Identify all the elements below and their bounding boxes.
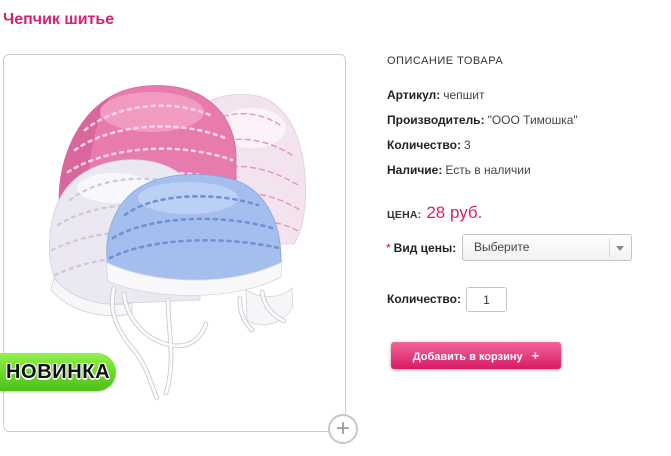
description-heading: ОПИСАНИЕ ТОВАРА [387, 55, 504, 67]
quantity-label: Количество: [387, 292, 461, 306]
attribute-value: Есть в наличии [445, 163, 531, 177]
product-page: Чепчик шитье НОВИНКА + ОПИСАНИЕ ТОВАРА А… [0, 0, 671, 456]
plus-icon: + [531, 348, 540, 363]
attribute-value: 3 [463, 138, 471, 152]
zoom-plus-icon: + [335, 415, 350, 442]
attribute-row-stock-count: Количество: 3 [387, 133, 578, 158]
attribute-row-availability: Наличие: Есть в наличии [387, 158, 578, 183]
price-row: ЦЕНА: 28 руб. [387, 202, 482, 226]
attribute-value: чепшит [443, 88, 485, 102]
price-type-label: * Вид цены: [386, 241, 456, 255]
price-type-selected: Выберите [474, 240, 530, 254]
add-to-cart-label: Добавить в корзину [412, 351, 523, 363]
chevron-down-icon [616, 246, 624, 251]
price-value: 28 руб. [426, 203, 483, 222]
attribute-row-manufacturer: Производитель: "ООО Тимошка" [387, 108, 578, 133]
quantity-input[interactable] [466, 287, 507, 312]
product-title: Чепчик шитье [3, 11, 115, 28]
attribute-label: Наличие: [387, 163, 443, 177]
price-label: ЦЕНА: [387, 209, 422, 221]
attribute-label: Артикул: [387, 88, 441, 102]
price-type-label-text: Вид цены: [393, 241, 457, 255]
new-badge: НОВИНКА [0, 353, 116, 391]
price-type-select[interactable]: Выберите [462, 234, 632, 261]
attribute-row-sku: Артикул: чепшит [387, 83, 578, 108]
attribute-label: Количество: [387, 138, 461, 152]
select-divider [609, 238, 610, 257]
add-to-cart-button[interactable]: Добавить в корзину + [391, 342, 561, 369]
required-mark: * [386, 241, 391, 255]
attribute-value: "ООО Тимошка" [487, 113, 578, 127]
zoom-button[interactable]: + [328, 414, 358, 444]
attribute-label: Производитель: [387, 113, 485, 127]
product-attributes: Артикул: чепшит Производитель: "ООО Тимошк… [387, 83, 578, 183]
new-badge-label: НОВИНКА [6, 361, 111, 383]
bonnet-blue-highlight [138, 182, 238, 214]
